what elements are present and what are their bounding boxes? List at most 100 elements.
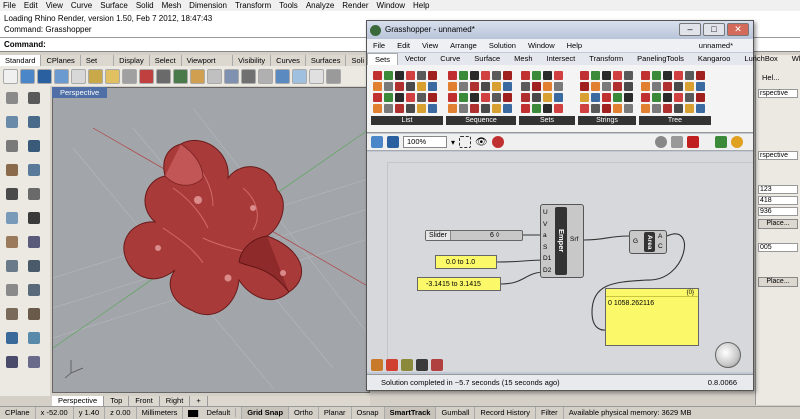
component-icon[interactable] xyxy=(448,71,457,80)
component-icon[interactable] xyxy=(641,71,650,80)
tab-perspective[interactable]: Perspective xyxy=(52,396,105,406)
component-icon[interactable] xyxy=(532,104,541,113)
tool-icon[interactable] xyxy=(6,308,18,320)
smarttrack-toggle[interactable]: SmartTrack xyxy=(384,407,437,419)
tab-transform[interactable]: Transform xyxy=(582,53,630,65)
toolbar-icon[interactable] xyxy=(156,68,171,84)
maximize-icon[interactable]: □ xyxy=(703,23,725,36)
input-d1[interactable]: D1 xyxy=(543,253,551,265)
ortho-toggle[interactable]: Ortho xyxy=(289,407,319,419)
output-a[interactable]: A xyxy=(658,232,663,242)
place-button[interactable]: Place... xyxy=(758,219,798,229)
property-field[interactable]: 123 xyxy=(758,185,798,194)
component-icon[interactable] xyxy=(373,93,382,102)
component-icon[interactable] xyxy=(417,93,426,102)
tab-mesh[interactable]: Mesh xyxy=(507,53,539,65)
component-icon[interactable] xyxy=(663,82,672,91)
component-icon[interactable] xyxy=(503,93,512,102)
component-icon[interactable] xyxy=(685,104,694,113)
component-icon[interactable] xyxy=(641,82,650,91)
tab-curve[interactable]: Curve xyxy=(433,53,467,65)
component-icon[interactable] xyxy=(492,104,501,113)
toolbar-icon[interactable] xyxy=(88,68,103,84)
component-icon[interactable] xyxy=(373,82,382,91)
grasshopper-canvas[interactable]: Slider 6 ◊ 0.0 to 1.0 -3.1415 to 3.1415 … xyxy=(367,152,753,372)
tab-kangaroo[interactable]: Kangaroo xyxy=(691,53,738,65)
component-icon[interactable] xyxy=(492,71,501,80)
menu-transform[interactable]: Transform xyxy=(235,1,271,10)
tool-icon[interactable] xyxy=(6,212,18,224)
component-icon[interactable] xyxy=(406,71,415,80)
filter-toggle[interactable]: Filter xyxy=(536,407,564,419)
wireframe-icon[interactable] xyxy=(671,136,683,148)
tab-wb[interactable]: Wb xyxy=(785,53,800,65)
property-field[interactable]: rspective xyxy=(758,89,798,98)
tool-icon[interactable] xyxy=(28,308,40,320)
toolbar-icon[interactable] xyxy=(71,68,86,84)
planar-toggle[interactable]: Planar xyxy=(319,407,352,419)
output-srf[interactable]: Srf xyxy=(570,236,578,243)
toolbar-icon[interactable] xyxy=(20,68,35,84)
component-icon[interactable] xyxy=(459,104,468,113)
tool-icon[interactable] xyxy=(6,116,18,128)
toolbar-tab-visibility[interactable]: Visibility xyxy=(233,55,272,66)
component-icon[interactable] xyxy=(492,82,501,91)
tool-icon[interactable] xyxy=(28,164,40,176)
tool-icon[interactable] xyxy=(6,332,18,344)
component-icon[interactable] xyxy=(384,93,393,102)
color-icon[interactable] xyxy=(731,136,743,148)
tab-vector[interactable]: Vector xyxy=(398,53,433,65)
component-icon[interactable] xyxy=(459,71,468,80)
component-icon[interactable] xyxy=(696,82,705,91)
place-button[interactable]: Place... xyxy=(758,277,798,287)
tool-icon[interactable] xyxy=(28,92,40,104)
menu-view[interactable]: View xyxy=(46,1,63,10)
toolbar-tab-select[interactable]: Select xyxy=(150,55,182,66)
component-icon[interactable] xyxy=(591,82,600,91)
component-icon[interactable] xyxy=(417,82,426,91)
component-icon[interactable] xyxy=(395,71,404,80)
component-icon[interactable] xyxy=(554,93,563,102)
toolbar-icon[interactable] xyxy=(190,68,205,84)
units[interactable]: Millimeters xyxy=(137,407,184,419)
component-icon[interactable] xyxy=(602,104,611,113)
number-slider[interactable]: Slider 6 ◊ xyxy=(425,230,523,241)
component-icon[interactable] xyxy=(674,71,683,80)
toolbar-icon[interactable] xyxy=(309,68,324,84)
layer[interactable]: Default xyxy=(183,407,243,419)
component-icon[interactable] xyxy=(696,71,705,80)
component-icon[interactable] xyxy=(428,82,437,91)
help-tab[interactable]: Hel... xyxy=(762,73,780,82)
component-icon[interactable] xyxy=(580,82,589,91)
component-icon[interactable] xyxy=(459,93,468,102)
tool-icon[interactable] xyxy=(6,140,18,152)
component-icon[interactable] xyxy=(417,104,426,113)
toolbar-icon[interactable] xyxy=(139,68,154,84)
toolbar-icon[interactable] xyxy=(54,68,69,84)
toolbar-icon[interactable] xyxy=(105,68,120,84)
tool-icon[interactable] xyxy=(28,212,40,224)
component-icon[interactable] xyxy=(448,82,457,91)
tool-icon[interactable] xyxy=(28,236,40,248)
tool-icon[interactable] xyxy=(28,356,40,368)
tool-icon[interactable] xyxy=(6,236,18,248)
tool-icon[interactable] xyxy=(6,188,18,200)
toolbar-tab-standard[interactable]: Standard xyxy=(0,55,42,66)
component-icon[interactable] xyxy=(481,93,490,102)
toolbar-icon[interactable] xyxy=(207,68,222,84)
menu-edit[interactable]: Edit xyxy=(24,1,38,10)
menu-mesh[interactable]: Mesh xyxy=(162,1,182,10)
tool-icon[interactable] xyxy=(28,116,40,128)
gh-menu-window[interactable]: Window xyxy=(528,41,555,50)
input-v[interactable]: V xyxy=(543,219,551,231)
menu-render[interactable]: Render xyxy=(342,1,368,10)
widget-icon[interactable] xyxy=(371,359,383,371)
component-icon[interactable] xyxy=(613,104,622,113)
component-icon[interactable] xyxy=(580,71,589,80)
input-a[interactable]: a xyxy=(543,230,551,242)
slider-value[interactable]: 6 ◊ xyxy=(490,231,499,240)
shaded-icon[interactable] xyxy=(687,136,699,148)
tool-icon[interactable] xyxy=(28,140,40,152)
component-icon[interactable] xyxy=(481,71,490,80)
component-icon[interactable] xyxy=(395,93,404,102)
